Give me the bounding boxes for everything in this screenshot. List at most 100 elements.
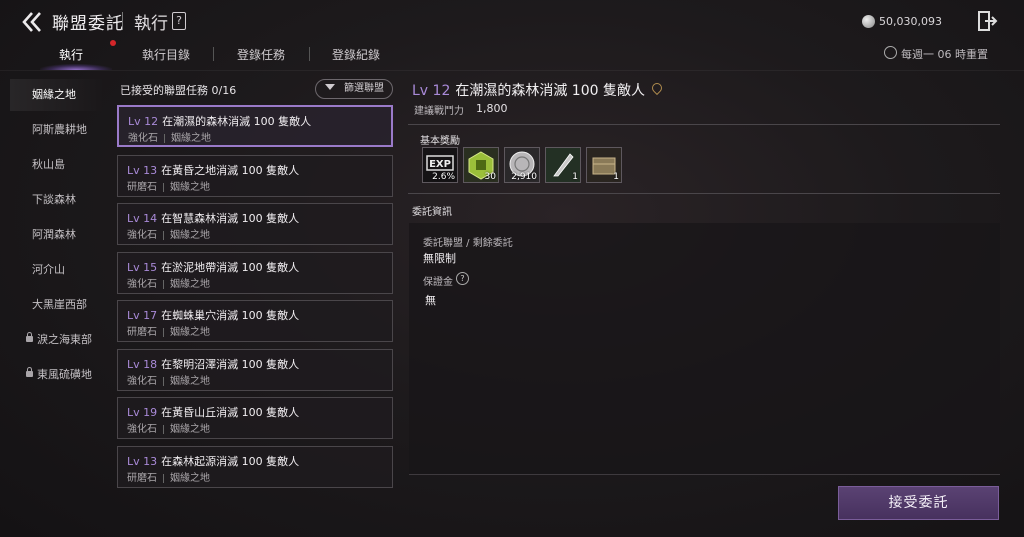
power-label: 建議戰鬥力 bbox=[414, 106, 464, 117]
reset-time-text: 每週一 06 時重置 bbox=[901, 48, 988, 61]
quest-title: 在智慧森林消滅 100 隻敵人 bbox=[161, 212, 300, 225]
quest-region: 姻緣之地 bbox=[170, 182, 210, 193]
quest-region: 姻緣之地 bbox=[170, 424, 210, 435]
title-divider bbox=[122, 12, 123, 30]
quest-level: Lv 18 bbox=[127, 358, 158, 371]
quest-title: 在潮濕的森林消滅 100 隻敵人 bbox=[162, 115, 312, 128]
info-value: 無限制 bbox=[423, 252, 456, 265]
region-item[interactable]: 秋山島 bbox=[10, 149, 105, 181]
reward-slot[interactable]: 2,910 bbox=[504, 147, 540, 183]
help-icon[interactable]: ? bbox=[172, 12, 186, 30]
reward-slot[interactable]: 30 bbox=[463, 147, 499, 183]
info-panel bbox=[409, 223, 1000, 475]
region-label: 大黑崖西部 bbox=[32, 298, 87, 311]
detail-title-text: 在潮濕的森林消滅 100 隻敵人 bbox=[455, 83, 645, 99]
region-item[interactable]: 大黑崖西部 bbox=[10, 289, 105, 321]
reward-count: 1 bbox=[572, 172, 578, 182]
lock-icon bbox=[26, 332, 33, 342]
info-label: 保證金 bbox=[423, 277, 453, 288]
quest-item[interactable]: Lv 13 在黃昏之地消滅 100 隻敵人 研磨石 姻緣之地 bbox=[117, 155, 393, 197]
reward-slot[interactable]: 1 bbox=[586, 147, 622, 183]
quest-title: 在黎明沼澤消滅 100 隻敵人 bbox=[161, 358, 300, 371]
quest-region: 姻緣之地 bbox=[170, 279, 210, 290]
info-label: 委託聯盟 / 剩餘委託 bbox=[423, 238, 513, 249]
location-pin-icon[interactable] bbox=[649, 80, 665, 96]
quest-item-type: 強化石 bbox=[128, 133, 158, 144]
tab-register-task[interactable]: 登錄任務 bbox=[233, 46, 289, 66]
reward-title: 基本獎勵 bbox=[420, 136, 460, 147]
power-value: 1,800 bbox=[476, 102, 508, 115]
accept-button[interactable]: 接受委託 bbox=[838, 486, 999, 520]
quest-item[interactable]: Lv 18 在黎明沼澤消滅 100 隻敵人 強化石 姻緣之地 bbox=[117, 349, 393, 391]
region-label: 東風硫磺地 bbox=[37, 368, 92, 381]
tab-execute-list[interactable]: 執行目錄 bbox=[138, 46, 194, 66]
quest-level: Lv 17 bbox=[127, 309, 158, 322]
quest-item-type: 強化石 bbox=[127, 230, 157, 241]
tab-execute[interactable]: 執行 bbox=[50, 46, 92, 66]
exit-icon[interactable] bbox=[976, 10, 998, 32]
tab-divider bbox=[213, 47, 214, 61]
detail-title: Lv 12 在潮濕的森林消滅 100 隻敵人 bbox=[412, 80, 645, 100]
quest-item[interactable]: Lv 13 在森林起源消滅 100 隻敵人 研磨石 姻緣之地 bbox=[117, 446, 393, 488]
quest-item-type: 研磨石 bbox=[127, 182, 157, 193]
quest-title: 在黃昏山丘消滅 100 隻敵人 bbox=[161, 406, 300, 419]
quest-region: 姻緣之地 bbox=[170, 327, 210, 338]
region-item[interactable]: 阿斯農耕地 bbox=[10, 114, 105, 146]
quest-level: Lv 13 bbox=[127, 455, 158, 468]
region-item[interactable]: 姻緣之地 bbox=[10, 79, 105, 111]
quest-item-type: 研磨石 bbox=[127, 327, 157, 338]
quest-region: 姻緣之地 bbox=[170, 473, 210, 484]
quest-region: 姻緣之地 bbox=[171, 133, 211, 144]
svg-text:EXP: EXP bbox=[429, 159, 451, 170]
quest-item-type: 強化石 bbox=[127, 279, 157, 290]
quest-level: Lv 19 bbox=[127, 406, 158, 419]
quest-item-type: 強化石 bbox=[127, 424, 157, 435]
quest-title: 在蜘蛛巢穴消滅 100 隻敵人 bbox=[161, 309, 300, 322]
quest-title: 在黃昏之地消滅 100 隻敵人 bbox=[161, 164, 300, 177]
quest-item-type: 研磨石 bbox=[127, 473, 157, 484]
quest-level: Lv 13 bbox=[127, 164, 158, 177]
quest-title: 在淤泥地帶消滅 100 隻敵人 bbox=[161, 261, 300, 274]
divider bbox=[408, 124, 1000, 125]
quest-region: 姻緣之地 bbox=[170, 230, 210, 241]
quest-region: 姻緣之地 bbox=[170, 376, 210, 387]
quest-level: Lv 14 bbox=[127, 212, 158, 225]
divider bbox=[408, 193, 1000, 194]
info-title: 委託資訊 bbox=[412, 207, 452, 218]
region-label: 姻緣之地 bbox=[32, 88, 76, 101]
page-title: 聯盟委託 bbox=[52, 14, 124, 34]
quest-level: Lv 12 bbox=[128, 115, 159, 128]
quest-item[interactable]: Lv 12 在潮濕的森林消滅 100 隻敵人 強化石 姻緣之地 bbox=[117, 105, 393, 147]
reward-count: 30 bbox=[484, 172, 496, 182]
detail-level: Lv 12 bbox=[412, 83, 451, 99]
tab-register-record[interactable]: 登錄紀錄 bbox=[328, 46, 384, 66]
filter-icon bbox=[325, 84, 335, 90]
region-item-locked[interactable]: 東風硫磺地 bbox=[10, 359, 105, 391]
region-label: 秋山島 bbox=[32, 158, 65, 171]
quest-item[interactable]: Lv 19 在黃昏山丘消滅 100 隻敵人 強化石 姻緣之地 bbox=[117, 397, 393, 439]
tab-divider bbox=[309, 47, 310, 61]
quest-item[interactable]: Lv 14 在智慧森林消滅 100 隻敵人 強化石 姻緣之地 bbox=[117, 203, 393, 245]
reward-count: 2,910 bbox=[511, 172, 537, 182]
info-value: 無 bbox=[425, 294, 436, 307]
page-subtitle: 執行 bbox=[134, 14, 168, 34]
clock-icon bbox=[884, 46, 897, 59]
reward-count: 2.6% bbox=[432, 172, 455, 182]
region-item[interactable]: 河介山 bbox=[10, 254, 105, 286]
notification-dot bbox=[110, 40, 116, 46]
quest-level: Lv 15 bbox=[127, 261, 158, 274]
lock-icon bbox=[26, 367, 33, 377]
accepted-count-label: 已接受的聯盟任務 0/16 bbox=[120, 84, 237, 97]
region-item[interactable]: 阿潤森林 bbox=[10, 219, 105, 251]
reward-slot[interactable]: 1 bbox=[545, 147, 581, 183]
back-arrow-icon[interactable] bbox=[20, 9, 46, 35]
help-icon[interactable]: ? bbox=[456, 272, 469, 285]
header-divider bbox=[0, 70, 1024, 71]
region-label: 阿斯農耕地 bbox=[32, 123, 87, 136]
region-item[interactable]: 下談森林 bbox=[10, 184, 105, 216]
region-label: 下談森林 bbox=[32, 193, 76, 206]
quest-item[interactable]: Lv 15 在淤泥地帶消滅 100 隻敵人 強化石 姻緣之地 bbox=[117, 252, 393, 294]
reward-slot[interactable]: EXP 2.6% bbox=[422, 147, 458, 183]
quest-item[interactable]: Lv 17 在蜘蛛巢穴消滅 100 隻敵人 研磨石 姻緣之地 bbox=[117, 300, 393, 342]
region-item-locked[interactable]: 淚之海東部 bbox=[10, 324, 105, 356]
